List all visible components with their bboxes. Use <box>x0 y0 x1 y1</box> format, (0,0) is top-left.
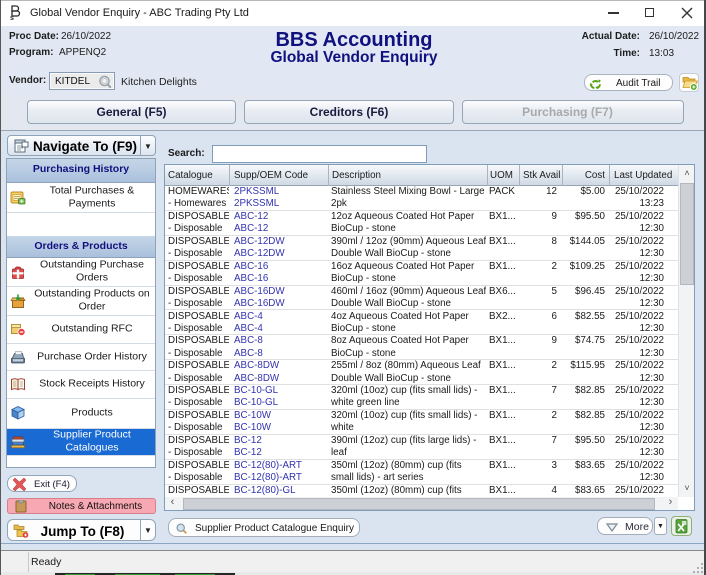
svg-text:s: s <box>10 15 14 21</box>
